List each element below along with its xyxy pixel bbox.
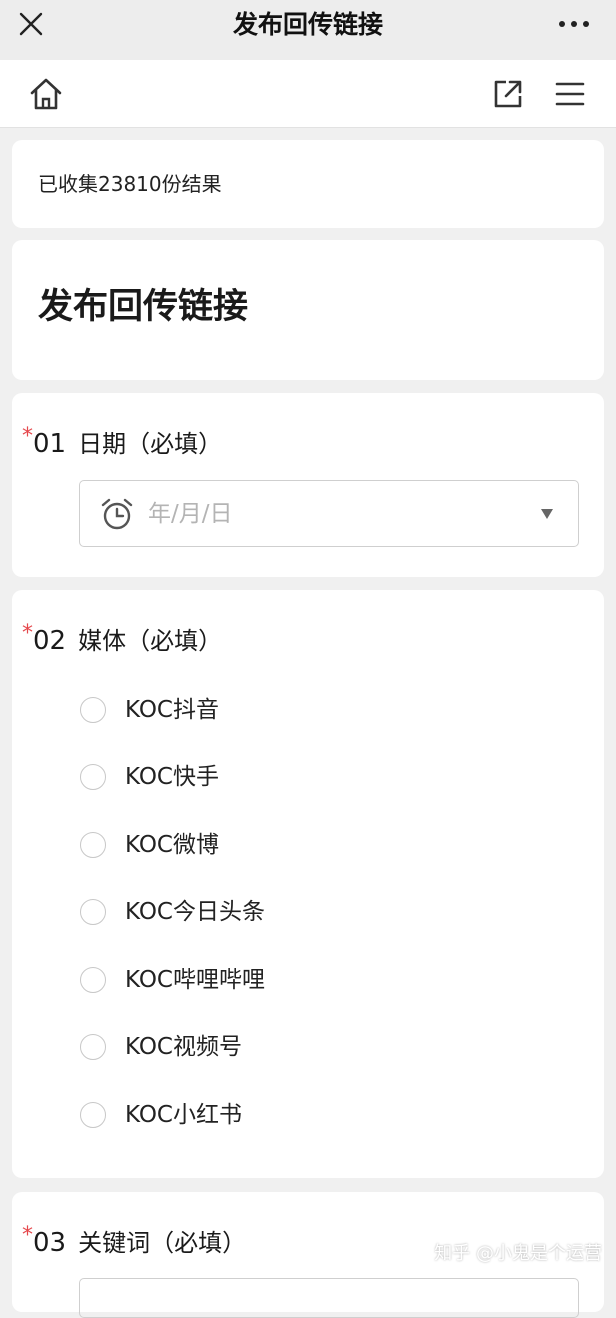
question-number: 02 [33, 626, 67, 656]
radio-option[interactable]: KOC今日头条 [80, 892, 500, 932]
radio-option[interactable]: KOC微博 [80, 825, 500, 865]
radio-option-label: KOC微博 [125, 832, 219, 858]
question-header: *01 日期（必填） [22, 424, 223, 461]
question-media-card: *02 媒体（必填） KOC抖音 KOC快手 KOC微博 KOC今日头条 KOC哔… [12, 590, 604, 1178]
radio-button[interactable] [80, 1102, 106, 1128]
radio-button[interactable] [80, 764, 106, 790]
question-header: *02 媒体（必填） [22, 621, 223, 658]
question-label: 媒体（必填） [78, 627, 223, 655]
radio-option[interactable]: KOC小红书 [80, 1095, 500, 1135]
external-link-icon[interactable] [492, 78, 524, 110]
radio-option-label: KOC今日头条 [125, 899, 265, 925]
question-date-card: *01 日期（必填） 年/月/日 [12, 393, 604, 577]
question-number: 01 [33, 429, 67, 459]
hamburger-menu-icon[interactable] [554, 78, 586, 110]
radio-option-label: KOC视频号 [125, 1034, 242, 1060]
radio-button[interactable] [80, 967, 106, 993]
more-dots-icon[interactable] [558, 14, 590, 34]
date-picker[interactable]: 年/月/日 [79, 480, 579, 547]
radio-button[interactable] [80, 697, 106, 723]
result-count-text: 已收集23810份结果 [38, 172, 222, 196]
radio-button[interactable] [80, 832, 106, 858]
radio-option-label: KOC哔哩哔哩 [125, 967, 265, 993]
required-mark: * [22, 1223, 33, 1248]
required-mark: * [22, 424, 33, 449]
home-icon[interactable] [28, 76, 64, 112]
date-placeholder: 年/月/日 [148, 501, 233, 527]
question-number: 03 [33, 1228, 67, 1258]
summary-card: 已收集23810份结果 [12, 140, 604, 228]
nav-bar [0, 60, 616, 128]
keyword-input[interactable] [79, 1278, 579, 1318]
radio-option[interactable]: KOC抖音 [80, 690, 500, 730]
caret-down-icon [541, 509, 553, 519]
title-bar: 发布回传链接 [0, 0, 616, 60]
radio-option[interactable]: KOC哔哩哔哩 [80, 960, 500, 1000]
required-mark: * [22, 621, 33, 646]
radio-option[interactable]: KOC视频号 [80, 1027, 500, 1067]
radio-button[interactable] [80, 1034, 106, 1060]
question-label: 关键词（必填） [78, 1229, 247, 1257]
question-label: 日期（必填） [78, 430, 223, 458]
form-title-card: 发布回传链接 [12, 240, 604, 380]
form-title: 发布回传链接 [38, 287, 249, 327]
watermark-text: 知乎 @小鬼是个运营 [434, 1243, 602, 1264]
alarm-clock-icon [101, 498, 133, 530]
radio-option-label: KOC小红书 [125, 1102, 242, 1128]
page-title: 发布回传链接 [232, 10, 383, 39]
radio-option[interactable]: KOC快手 [80, 757, 500, 797]
question-header: *03 关键词（必填） [22, 1223, 247, 1260]
radio-option-label: KOC快手 [125, 764, 219, 790]
radio-button[interactable] [80, 899, 106, 925]
radio-option-label: KOC抖音 [125, 697, 219, 723]
